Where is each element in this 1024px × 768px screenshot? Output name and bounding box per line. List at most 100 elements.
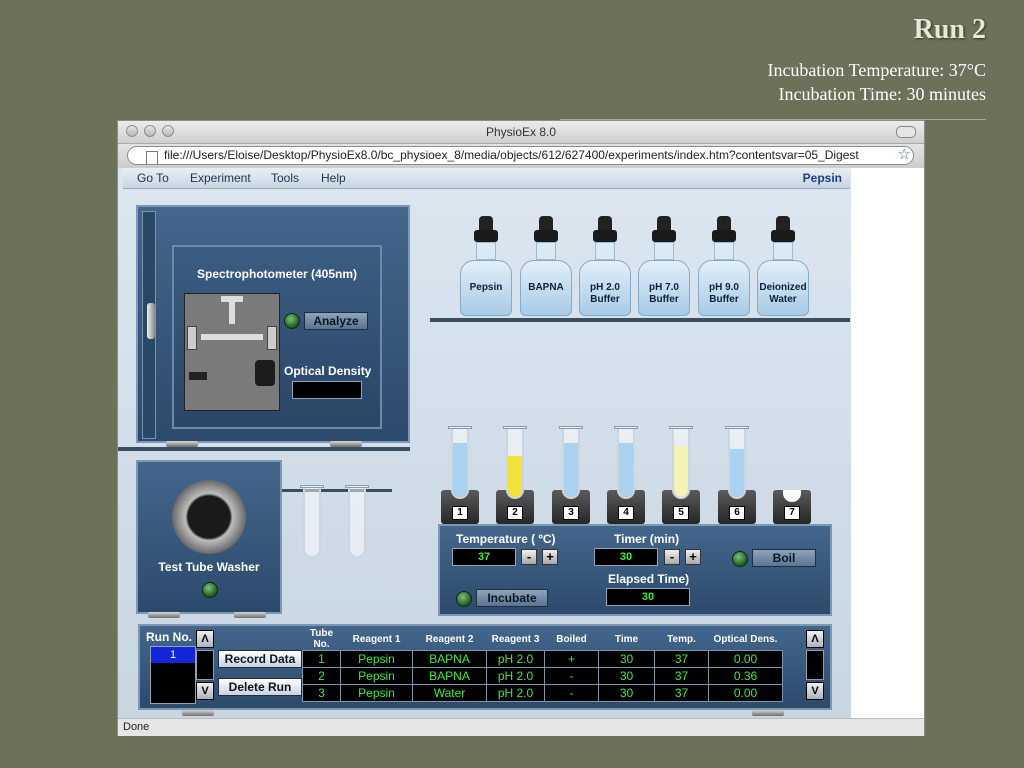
chamber-light-source — [255, 360, 275, 386]
bookmark-star-icon[interactable]: ☆ — [898, 147, 911, 163]
run-list-up-arrow-icon[interactable]: Λ — [196, 630, 214, 648]
physioex-app: Go To Experiment Tools Help Pepsin Spect… — [118, 168, 851, 718]
temperature-increase-button[interactable]: + — [542, 549, 558, 565]
table-scroll-track[interactable] — [806, 650, 824, 680]
left-shelf — [118, 447, 410, 451]
test-tube-2[interactable] — [506, 429, 524, 499]
delete-run-button[interactable]: Delete Run — [218, 678, 302, 696]
record-data-button[interactable]: Record Data — [218, 650, 302, 668]
bottle-neck — [773, 242, 793, 260]
browser-window: PhysioEx 8.0 file:///Users/Eloise/Deskto… — [117, 120, 925, 736]
url-field[interactable]: file:///Users/Eloise/Desktop/PhysioEx8.0… — [127, 146, 914, 165]
analyze-button[interactable]: Analyze — [304, 312, 368, 330]
test-tube-4[interactable] — [617, 429, 635, 499]
table-row[interactable]: 1 Pepsin BAPNA pH 2.0 +30 37 0.00 — [302, 650, 783, 668]
header-reagent-1: Reagent 1 — [352, 633, 401, 645]
tube-number-label: 2 — [507, 506, 523, 520]
bottle-label-line2: Buffer — [709, 294, 739, 305]
incubation-controls: Temperature ( ºC) 37 - + Timer (min) 30 … — [438, 524, 832, 616]
reagent-bottle-ph2-buffer[interactable]: pH 2.0 Buffer — [578, 216, 632, 317]
menu-tools[interactable]: Tools — [271, 171, 299, 185]
test-tube-washer: Test Tube Washer — [136, 460, 282, 614]
incubate-indicator-light — [456, 591, 472, 607]
temperature-decrease-button[interactable]: - — [521, 549, 537, 565]
table-up-arrow-icon[interactable]: Λ — [806, 630, 824, 648]
washer-indicator-light — [202, 582, 218, 598]
bottle-label-line2: Buffer — [649, 294, 679, 305]
incubation-time-text: Incubation Time: 30 minutes — [778, 84, 986, 104]
tube-liquid — [508, 456, 522, 497]
chamber-right-clip — [267, 326, 277, 350]
reagent-shelf — [430, 318, 850, 322]
results-body: 1 Pepsin BAPNA pH 2.0 +30 37 0.00 2 Pepsin BAPNA p… — [302, 650, 783, 702]
run-number-item[interactable]: 1 — [151, 647, 195, 663]
cell-reagent-3: pH 2.0 — [486, 667, 545, 685]
results-header-row: Tube No. Reagent 1 Reagent 2 Reagent 3 B… — [303, 628, 783, 651]
bottle-label-line1: pH 2.0 — [589, 282, 620, 293]
incubate-button[interactable]: Incubate — [476, 589, 548, 607]
reagent-bottle-ph7-buffer[interactable]: pH 7.0 Buffer — [637, 216, 691, 317]
tube-number-label: 6 — [729, 506, 745, 520]
timer-increase-button[interactable]: + — [685, 549, 701, 565]
toolbar-toggle-button[interactable] — [896, 126, 916, 138]
cell-time: 30 — [598, 667, 655, 685]
washer-foot — [234, 612, 266, 618]
bottle-label-line1: pH 7.0 — [648, 282, 679, 293]
bottle-label-line1: Deionized — [759, 282, 807, 293]
run-list-scroll-track[interactable] — [196, 650, 214, 680]
run-number-list[interactable]: 1 — [150, 646, 196, 704]
tube-liquid — [730, 449, 744, 497]
dropper-bulb — [776, 216, 790, 230]
washer-drum[interactable] — [172, 480, 246, 554]
incubation-temperature-text: Incubation Temperature: 37°C — [767, 60, 986, 80]
bottle-label: Deionized Water — [756, 282, 810, 306]
cell-reagent-2: BAPNA — [412, 667, 487, 685]
test-tube-6[interactable] — [728, 429, 746, 499]
cell-reagent-2: Water — [412, 684, 487, 702]
cell-time: 30 — [598, 650, 655, 668]
spare-test-tube[interactable] — [303, 488, 321, 558]
header-reagent-3: Reagent 3 — [491, 633, 540, 645]
test-tube-3[interactable] — [562, 429, 580, 499]
run-list-down-arrow-icon[interactable]: V — [196, 682, 214, 700]
reagent-bottle-ph9-buffer[interactable]: pH 9.0 Buffer — [697, 216, 751, 317]
dropper-bulb — [598, 216, 612, 230]
boil-button[interactable]: Boil — [752, 549, 816, 567]
tube-number-label: 5 — [673, 506, 689, 520]
cell-reagent-3: pH 2.0 — [486, 684, 545, 702]
table-row[interactable]: 2 Pepsin BAPNA pH 2.0-30 37 0.36 — [302, 667, 783, 685]
results-table: Tube No. Reagent 1 Reagent 2 Reagent 3 B… — [302, 628, 783, 702]
spectrophotometer: Spectrophotometer (405nm) Analyze Optica… — [172, 245, 382, 429]
bottle-neck — [476, 242, 496, 260]
reagent-bottle-bapna[interactable]: BAPNA — [519, 216, 573, 317]
reagent-bottle-deionized-water[interactable]: Deionized Water — [756, 216, 810, 317]
cell-reagent-1: Pepsin — [340, 684, 413, 702]
slide-subtitle: Incubation Temperature: 37°C Incubation … — [767, 58, 986, 106]
chamber-bar — [201, 334, 263, 340]
cell-optical-density: 0.00 — [708, 650, 783, 668]
timer-decrease-button[interactable]: - — [664, 549, 680, 565]
dropper-cap — [771, 230, 795, 242]
table-down-arrow-icon[interactable]: V — [806, 682, 824, 700]
spare-test-tube[interactable] — [348, 488, 366, 558]
menu-experiment[interactable]: Experiment — [190, 171, 251, 185]
test-tube-5[interactable] — [672, 429, 690, 499]
menu-go-to[interactable]: Go To — [137, 171, 169, 185]
table-row[interactable]: 3 Pepsin Water pH 2.0-30 37 0.00 — [302, 684, 783, 702]
bottle-label-line1: BAPNA — [528, 282, 564, 293]
door-handle[interactable] — [147, 303, 155, 339]
run-number-label: Run No. — [146, 630, 192, 644]
experiment-name: Pepsin — [802, 171, 842, 185]
test-tube-1[interactable] — [451, 429, 469, 499]
window-titlebar: PhysioEx 8.0 — [118, 121, 924, 144]
cabinet-foot — [330, 441, 362, 447]
reagent-bottle-pepsin[interactable]: Pepsin — [459, 216, 513, 317]
dropper-bulb — [717, 216, 731, 230]
chamber-left-clip — [187, 326, 197, 350]
url-text: file:///Users/Eloise/Desktop/PhysioEx8.0… — [164, 148, 859, 162]
menu-help[interactable]: Help — [321, 171, 346, 185]
cell-boiled: - — [544, 684, 599, 702]
timer-label: Timer (min) — [614, 532, 680, 546]
cell-reagent-1: Pepsin — [340, 667, 413, 685]
page-icon — [146, 151, 158, 164]
